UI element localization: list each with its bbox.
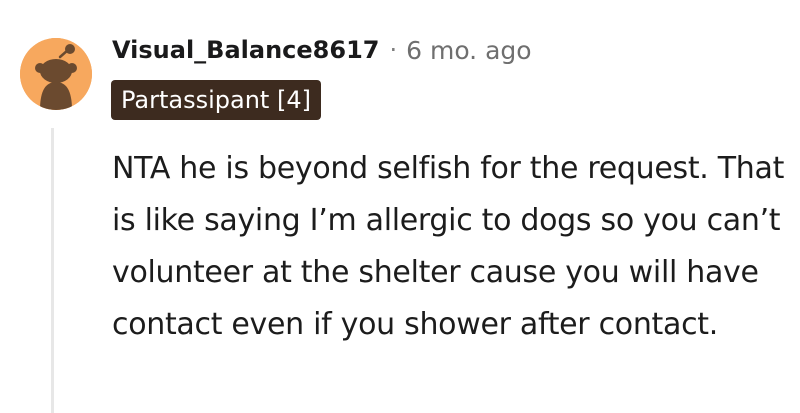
snoo-avatar-icon [20, 38, 92, 110]
comment-body: NTA he is beyond selfish for the request… [112, 151, 785, 342]
user-avatar[interactable] [20, 38, 92, 110]
comment-meta: Visual_Balance8617 · 6 mo. ago [112, 32, 532, 68]
thread-line[interactable] [51, 128, 54, 413]
comment: Visual_Balance8617 · 6 mo. ago Partassip… [0, 0, 800, 413]
user-flair-badge: Partassipant [4] [111, 80, 321, 120]
meta-separator: · [389, 36, 398, 64]
comment-timestamp[interactable]: 6 mo. ago [406, 36, 531, 65]
author-username[interactable]: Visual_Balance8617 [112, 36, 379, 64]
